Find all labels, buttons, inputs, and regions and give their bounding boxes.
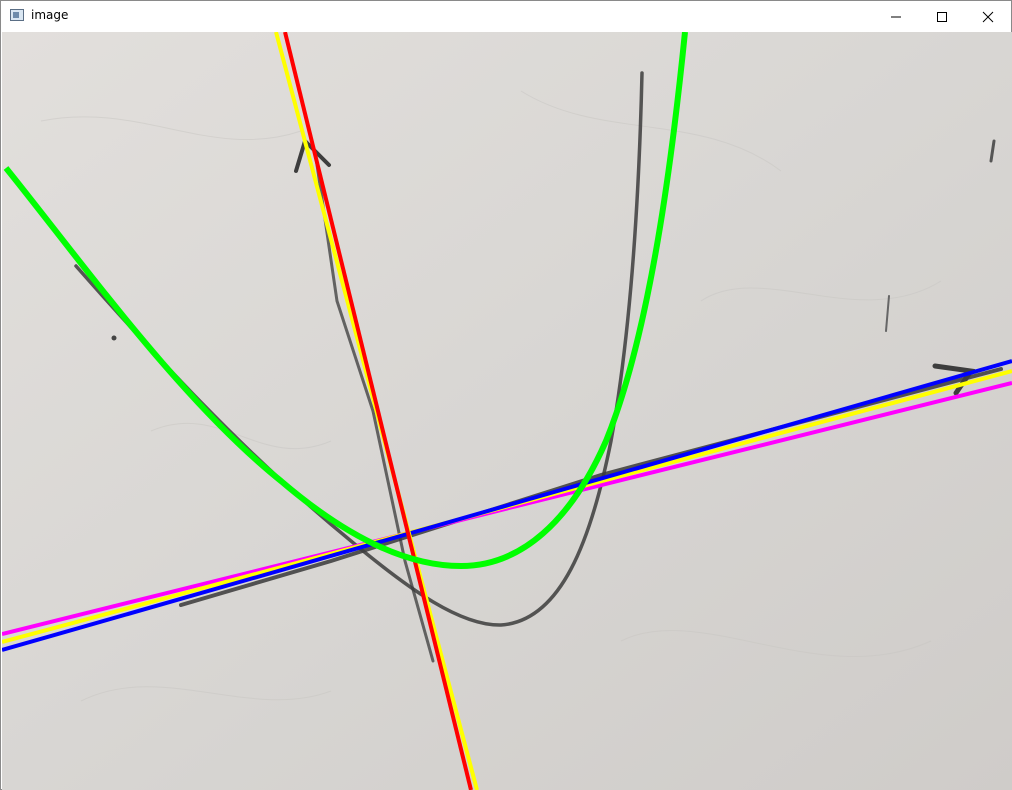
minimize-button[interactable] bbox=[873, 1, 919, 32]
close-button[interactable] bbox=[965, 1, 1011, 32]
image-window: image bbox=[0, 0, 1012, 790]
close-icon bbox=[982, 11, 994, 23]
maximize-button[interactable] bbox=[919, 1, 965, 32]
minimize-icon bbox=[891, 16, 901, 18]
annotated-photo bbox=[2, 32, 1012, 790]
app-window-icon bbox=[10, 9, 24, 21]
title-bar[interactable]: image bbox=[1, 1, 1011, 32]
maximize-icon bbox=[937, 12, 947, 22]
image-canvas bbox=[2, 32, 1012, 790]
window-title: image bbox=[31, 8, 69, 22]
